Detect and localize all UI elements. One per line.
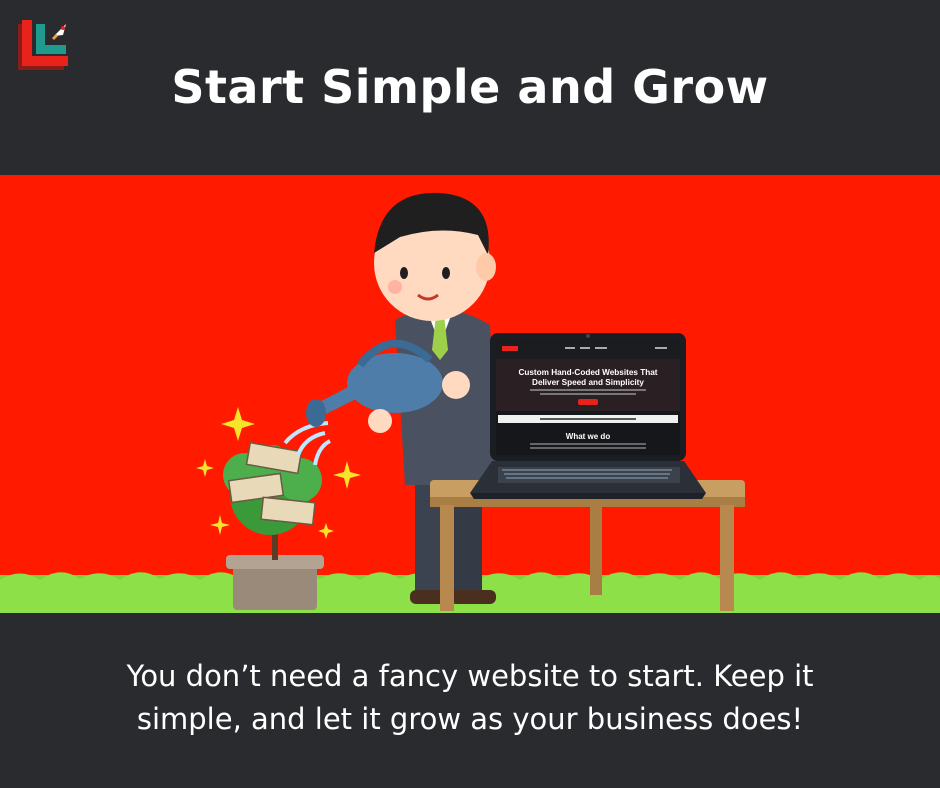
laptop-hero-heading-1: Custom Hand-Coded Websites That [518, 368, 657, 377]
laptop: Custom Hand-Coded Websites That Deliver … [470, 333, 706, 499]
footer: You don’t need a fancy website to start.… [0, 613, 940, 788]
laptop-section-heading: What we do [566, 432, 611, 441]
businessman [306, 192, 498, 604]
laptop-hero-heading-2: Deliver Speed and Simplicity [532, 378, 644, 387]
page-title: Start Simple and Grow [171, 60, 769, 114]
caption-line-1: You don’t need a fancy website to start.… [126, 659, 814, 693]
caption-line-2: simple, and let it grow as your business… [136, 702, 804, 736]
illustration: Custom Hand-Coded Websites That Deliver … [0, 175, 940, 613]
header: Start Simple and Grow [0, 0, 940, 175]
caption: You don’t need a fancy website to start.… [60, 655, 880, 741]
